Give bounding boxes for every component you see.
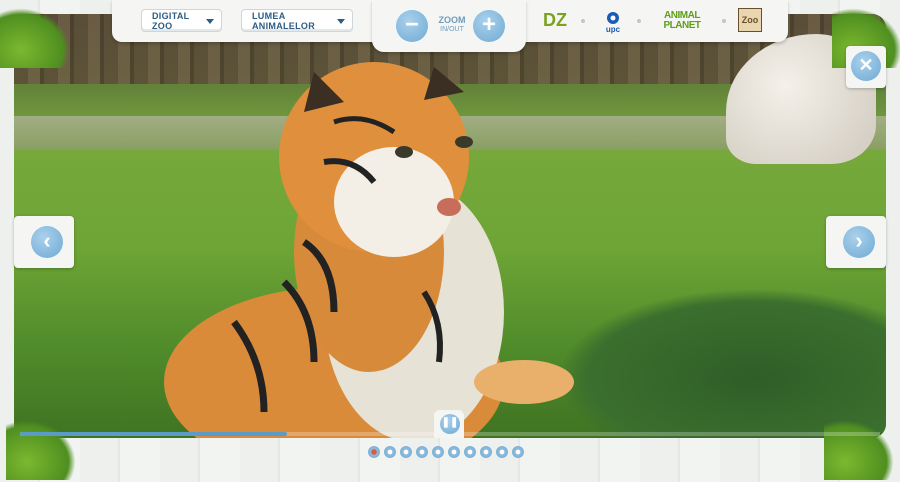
gallery-frame: DIGITAL ZOO LUMEA ANIMALELOR DZ upc ANIM… [0, 0, 900, 482]
animal-world-dropdown-label: LUMEA ANIMALELOR [252, 10, 315, 31]
zoom-in-button[interactable]: + [473, 10, 505, 42]
animal-planet-logo: ANIMAL PLANET [652, 8, 712, 34]
minus-icon: − [404, 11, 419, 38]
tiger-figure [164, 62, 574, 438]
slide-dot[interactable] [464, 446, 476, 458]
prev-symbol: ‹ [43, 228, 51, 253]
separator-dot [722, 19, 726, 23]
close-button[interactable]: ✕ [846, 46, 886, 88]
slide-dot[interactable] [416, 446, 428, 458]
slide-dot[interactable] [432, 446, 444, 458]
dz-logo-text: DZ [543, 9, 567, 30]
animal-planet-logo-text: ANIMAL PLANET [663, 10, 702, 31]
pause-symbol: ❚❚ [441, 417, 459, 428]
chevron-down-icon [337, 19, 345, 24]
zoom-controls: − ZOOM IN/OUT + [372, 0, 526, 52]
slide-dot[interactable] [400, 446, 412, 458]
digital-zoo-dropdown[interactable]: DIGITAL ZOO [141, 9, 222, 32]
zoom-label-title: ZOOM [438, 15, 466, 25]
chevron-left-icon: ‹ [31, 226, 63, 258]
separator-dot [581, 19, 585, 23]
tiger-photo [14, 14, 886, 438]
animal-world-dropdown[interactable]: LUMEA ANIMALELOR [241, 9, 353, 32]
upc-logo: upc [595, 8, 631, 36]
zoom-label-sub: IN/OUT [440, 26, 464, 33]
leaf-decoration-bottom-right [824, 420, 894, 480]
upc-logo-mark [607, 11, 619, 24]
slide-dot[interactable] [448, 446, 460, 458]
progress-bar [20, 432, 287, 436]
prev-button[interactable]: ‹ [14, 216, 74, 268]
separator-dot [637, 19, 641, 23]
upc-logo-text: upc [605, 24, 621, 34]
chevron-down-icon [206, 19, 214, 24]
slide-indicators [368, 446, 524, 458]
zoom-out-button[interactable]: − [396, 10, 428, 42]
close-symbol: ✕ [858, 55, 874, 75]
chevron-right-icon: › [843, 226, 875, 258]
next-button[interactable]: › [826, 216, 886, 268]
slide-dot[interactable] [512, 446, 524, 458]
zoo-logo-text: Zoo [741, 15, 759, 25]
foreground-leaves [556, 288, 886, 438]
slide-dot[interactable] [496, 446, 508, 458]
close-icon: ✕ [851, 51, 881, 81]
dz-logo: DZ [537, 8, 573, 32]
slide-dot[interactable] [480, 446, 492, 458]
pause-icon: ❚❚ [440, 414, 460, 434]
leaf-decoration-bottom-left [6, 420, 76, 480]
slide-dot[interactable] [368, 446, 380, 458]
slide-dot[interactable] [384, 446, 396, 458]
leaf-decoration-top-left [0, 8, 70, 68]
next-symbol: › [855, 228, 863, 253]
pause-button[interactable]: ❚❚ [434, 410, 464, 438]
plus-icon: + [481, 11, 496, 38]
digital-zoo-dropdown-label: DIGITAL ZOO [152, 10, 190, 31]
zoo-logo: Zoo [738, 8, 762, 32]
zoom-label: ZOOM IN/OUT [435, 15, 469, 35]
